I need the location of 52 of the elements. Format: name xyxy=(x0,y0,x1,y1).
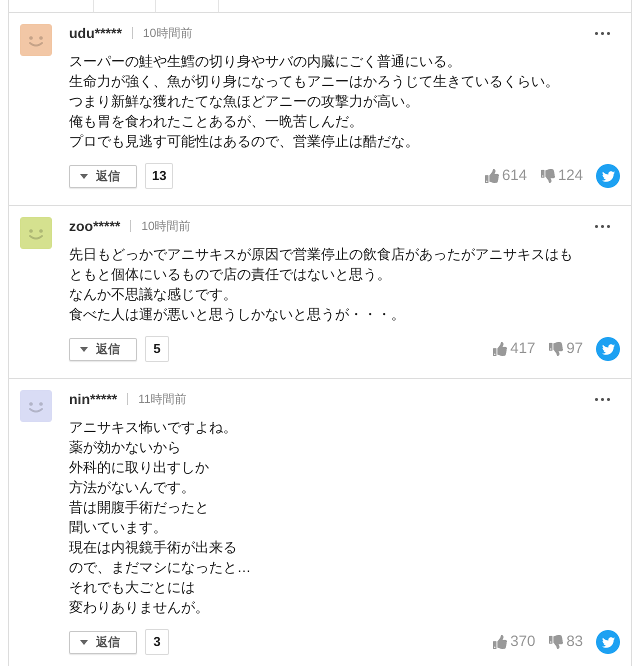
comment-text-line: 生命力が強く、魚が切り身になってもアニーはかろうじて生きているくらい。 xyxy=(69,72,560,91)
comment-text-line: 聞いています。 xyxy=(69,518,168,537)
comment-text-line: それでも大ごとには xyxy=(69,578,196,597)
thumbs-down-icon[interactable] xyxy=(549,635,564,649)
more-icon[interactable] xyxy=(595,398,610,400)
comment-text-line: アニサキス怖いですよね。 xyxy=(69,418,238,437)
post-time: 10時間前 xyxy=(142,25,192,42)
thumbs-down-icon[interactable] xyxy=(549,342,564,356)
post-time: 10時間前 xyxy=(141,218,191,235)
comment-text-line: 先日もどっかでアニサキスが原因で営業停止の飲食店があったがアニサキスはも xyxy=(69,245,574,264)
comment-text-line: 方法がないんです。 xyxy=(69,478,196,497)
reply-count: 3 xyxy=(145,629,169,655)
reply-button[interactable]: 返信 xyxy=(69,164,137,188)
comment-text-line: 昔は開腹手術だったと xyxy=(69,498,210,517)
post-time: 11時間前 xyxy=(138,391,187,408)
comment-text-line: ので、まだマシになったと… xyxy=(69,558,252,577)
thumbs-up-icon[interactable] xyxy=(493,635,508,649)
user-name[interactable]: udu***** xyxy=(69,22,122,44)
thumbs-down-icon[interactable] xyxy=(540,169,555,183)
comment-text-line: つまり新鮮な獲れたてな魚ほどアニーの攻撃力が高い。 xyxy=(69,92,420,111)
dislike-count: 83 xyxy=(566,632,583,652)
more-icon[interactable] xyxy=(595,224,610,228)
comment-text-line: スーパーの鮭や生鱈の切り身やサバの内臓にごく普通にいる。 xyxy=(69,52,462,71)
comment-text-line: プロでも見逃す可能性はあるので、営業停止は酷だな。 xyxy=(69,132,420,151)
reply-count: 13 xyxy=(145,163,174,189)
more-icon[interactable] xyxy=(595,32,610,34)
like-count: 417 xyxy=(510,338,536,359)
user-name[interactable]: zoo***** xyxy=(69,216,120,236)
comment-text-line: 食べた人は運が悪いと思うしかないと思うが・・・。 xyxy=(69,305,406,324)
comment-text-line: 現在は内視鏡手術が出来る xyxy=(69,538,238,557)
caret-icon xyxy=(80,346,88,352)
comment-text-line: 薬が効かないから xyxy=(69,438,182,457)
comment-text-line: なんか不思議な感じです。 xyxy=(69,285,238,304)
comment-text-line: 外科的に取り出すしか xyxy=(69,458,210,477)
like-count: 370 xyxy=(510,632,536,652)
thumbs-up-icon[interactable] xyxy=(484,169,499,183)
dislike-count: 124 xyxy=(558,166,583,186)
like-count: 614 xyxy=(502,166,527,186)
dislike-count: 97 xyxy=(566,338,583,359)
bird-share-icon[interactable] xyxy=(596,164,620,188)
bird-share-icon[interactable] xyxy=(596,337,620,361)
comment-text-line: 変わりありませんが。 xyxy=(69,598,210,617)
reply-count: 5 xyxy=(145,336,169,362)
user-name[interactable]: nin***** xyxy=(69,388,118,410)
bird-share-icon[interactable] xyxy=(596,630,620,654)
reply-button[interactable]: 返信 xyxy=(69,338,137,360)
thumbs-up-icon[interactable] xyxy=(493,342,508,356)
comment-text-line: ともと個体にいるもので店の責任ではないと思う。 xyxy=(69,265,392,284)
caret-icon xyxy=(80,174,88,178)
comment-text-line: 俺も胃を食われたことあるが、一晩苦しんだ。 xyxy=(69,112,364,131)
reply-button[interactable]: 返信 xyxy=(69,630,137,654)
caret-icon xyxy=(80,640,88,644)
